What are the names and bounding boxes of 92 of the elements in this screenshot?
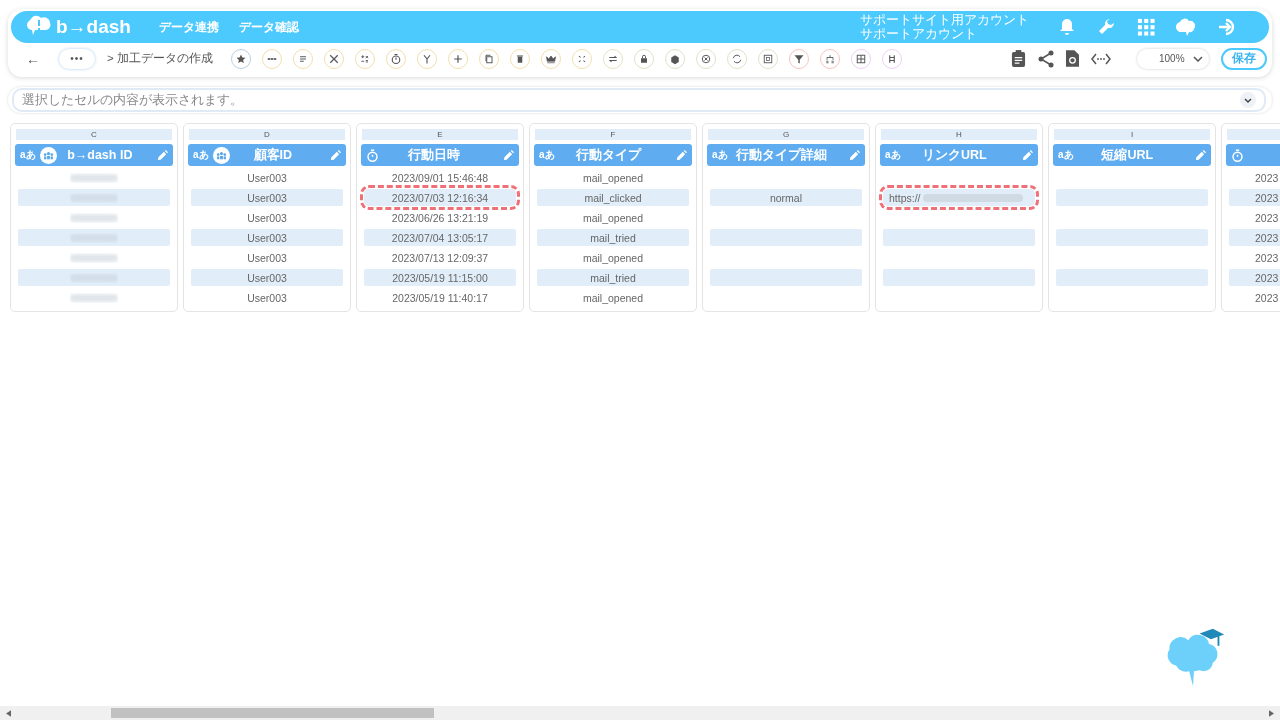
hierarchy-icon [823,52,836,65]
table-cell-text: User003 [246,170,288,186]
type-label: aあ [20,148,36,162]
file-restore-icon[interactable] [1066,50,1079,67]
table-cell: mail_clicked [537,189,689,206]
column-letter[interactable]: G [708,129,864,140]
table-cell: 2023 [1229,189,1280,206]
table-cell-text: 2023 [1254,210,1280,226]
table-cell: 2023/05/19 11:15:00 [364,269,516,286]
table-cell-text: 2023/09/01 15:46:48 [390,170,490,186]
table-cell-text: User003 [246,290,288,306]
account-name: サポートアカウント [860,27,978,41]
table-cell-text: 2023/07/13 12:09:37 [390,250,490,266]
column-title: 行動日時 [407,146,461,164]
pencil-icon[interactable] [1195,149,1206,161]
timer-icon [389,52,402,65]
type-label: aあ [539,148,555,162]
table-cell: 2023 [1229,229,1280,246]
table-cell-text: 2023 [1254,250,1280,266]
table-cell-text: 2023 [1254,170,1280,186]
column-title: b→dash ID [66,148,134,162]
pencil-icon[interactable] [330,149,341,161]
column-title: 顧客ID [252,146,294,164]
table-cell-text: 2023/06/26 13:21:19 [390,210,490,226]
type-label: aあ [712,148,728,162]
column-letter[interactable]: F [535,129,691,140]
column-title: 行動タイプ詳細 [734,146,828,164]
share-icon[interactable] [1038,49,1054,68]
column-letter[interactable]: E [362,129,518,140]
code-icon[interactable] [1091,52,1111,65]
clipboard-icon[interactable] [1011,50,1026,67]
pencil-icon[interactable] [849,149,860,161]
type-label: aあ [885,148,901,162]
table-cell-text: mail_opened [581,170,645,186]
table-cell-text: mail_opened [581,210,645,226]
column-letter[interactable]: D [189,129,345,140]
chevron-down-icon [1193,55,1203,62]
column-title: 行動タイプ [574,146,643,164]
copy-icon [482,52,495,65]
blurred-text-icon [70,252,118,263]
table-cell: User003 [191,189,343,206]
column-title: 短縮URL [1100,146,1155,164]
type-label: aあ [1058,148,1074,162]
table-cell-text: mail_opened [581,250,645,266]
stopwatch-icon [1231,148,1244,162]
blurred-text-icon [70,292,118,303]
table-cell: User003 [191,229,343,246]
table-cell: User003 [191,269,343,286]
pencil-icon[interactable] [1022,149,1033,161]
account-name: サポートサイト用アカウント [860,13,1029,27]
frame-icon [761,52,774,65]
back-button[interactable]: ← [23,50,43,67]
table-cell: 2023 [1229,269,1280,286]
expand-icon[interactable] [1240,92,1256,108]
cell-text: https:// [889,191,921,204]
more-button[interactable]: ••• [59,48,95,69]
column-letter[interactable]: I [1054,129,1210,140]
table-cell-text: mail_opened [581,290,645,306]
grid-icon [854,52,867,65]
pencil-icon[interactable] [503,149,514,161]
table-cell-text: User003 [246,250,288,266]
scroll-right-icon[interactable] [1269,709,1274,717]
pencil-icon[interactable] [157,149,168,161]
horizontal-scrollbar[interactable] [0,706,1280,720]
people-icon [39,146,57,164]
logo-text: b→dash [56,16,131,38]
stopwatch-icon [366,148,379,162]
table-cell: mail_tried [537,269,689,286]
column-title: リンクURL [920,146,988,164]
blurred-text-icon [70,172,118,183]
table-cell: 2023/07/04 13:05:17 [364,229,516,246]
people-icon [212,146,230,164]
breadcrumb: > 加工データの作成 [107,51,213,66]
cancel-icon [699,52,712,65]
table-cell: normal [710,189,862,206]
table-cell-text: 2023 [1254,290,1280,306]
column-letter[interactable]: C [16,129,172,140]
cell-content-field[interactable]: 選択したセルの内容が表示されます。 [12,88,1266,112]
table-cell: mail_tried [537,229,689,246]
scroll-left-icon[interactable] [6,709,11,717]
zoom-dropdown[interactable]: 100% [1137,48,1209,69]
filter-icon [792,52,805,65]
blurred-text-icon [70,212,118,223]
type-label: aあ [193,148,209,162]
convert-icon [730,52,743,65]
pencil-icon[interactable] [676,149,687,161]
calc-icon [358,52,371,65]
column-letter[interactable]: H [881,129,1037,140]
plus-icon [451,52,464,65]
table-cell-text: 2023/05/19 11:40:17 [391,290,489,306]
scrollbar-thumb[interactable] [111,708,434,718]
table-cell-text: User003 [246,210,288,226]
